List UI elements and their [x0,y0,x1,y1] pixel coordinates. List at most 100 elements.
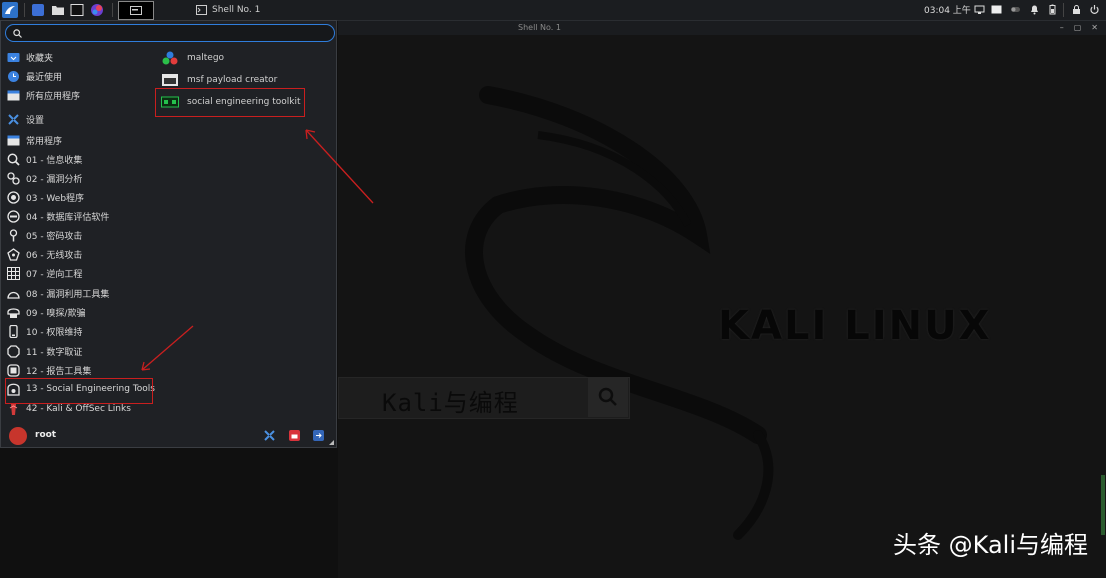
window-controls: – ▢ ✕ [1060,23,1098,32]
power-icon[interactable] [1089,4,1100,15]
category-label: 04 - 数据库评估软件 [26,212,110,223]
wallpaper-search-button [588,377,628,417]
app-msfpc[interactable]: msf payload creator [161,71,277,89]
battery-icon[interactable] [1047,4,1058,15]
category-recent[interactable]: 最近使用 [7,67,62,85]
display-icon[interactable] [974,4,985,15]
post-exploitation-icon [9,324,18,338]
highlight-box-social-engineering [5,378,153,404]
panel-separator [1063,3,1064,17]
category-label: 06 - 无线攻击 [26,250,83,261]
browser-launcher[interactable] [90,2,104,18]
category-favorites[interactable]: 收藏夹 [7,48,53,66]
category-web-apps[interactable]: 03 - Web程序 [7,188,84,206]
clock[interactable]: 03:04 上午 [924,3,971,16]
maltego-icon [162,51,178,65]
category-password[interactable]: 05 - 密码攻击 [7,226,82,244]
resize-grip[interactable] [329,440,334,445]
lock-icon[interactable] [1071,4,1082,15]
kali-links-icon [9,403,18,415]
wallpaper-logo: KALI LINUX [718,303,992,349]
menu-search-field[interactable] [5,24,335,42]
category-post-exploitation[interactable]: 10 - 权限维持 [7,322,82,340]
terminal-window-thumb-icon [130,6,142,15]
scrollbar[interactable] [1101,475,1105,535]
search-icon [598,387,617,406]
desktop-wallpaper: KALI LINUX Kali与编程 [338,35,1106,578]
terminal-launcher[interactable] [70,2,84,18]
category-database[interactable]: 04 - 数据库评估软件 [7,207,109,225]
category-usual-apps[interactable]: 常用程序 [7,131,62,149]
category-settings[interactable]: 设置 [7,110,44,128]
forensics-icon [7,344,20,358]
maximize-icon[interactable]: ▢ [1074,23,1082,32]
category-sniffing[interactable]: 09 - 嗅探/欺骗 [7,303,85,321]
file-manager-launcher[interactable] [51,2,65,18]
sniffing-icon [7,307,20,318]
taskbar-item-terminal[interactable]: Shell No. 1 [196,2,260,18]
category-label: 03 - Web程序 [26,193,85,204]
lock-screen-icon[interactable] [288,429,301,442]
settings-manager-icon[interactable] [263,429,276,442]
settings-icon [8,113,19,125]
category-wireless[interactable]: 06 - 无线攻击 [7,245,82,263]
workspace-1[interactable] [118,1,154,20]
category-reporting[interactable]: 12 - 报告工具集 [7,361,91,379]
category-label: 12 - 报告工具集 [26,366,92,377]
notification-bell-icon[interactable] [1029,4,1040,15]
menu-footer: root [1,425,336,447]
app-label: maltego [187,53,225,63]
category-label: 42 - Kali & OffSec Links [26,404,131,414]
category-label: 常用程序 [26,136,63,147]
category-label: 08 - 漏洞利用工具集 [26,289,110,300]
panel-separator [24,3,25,17]
category-label: 09 - 嗅探/欺骗 [26,308,86,319]
logout-icon[interactable] [312,429,325,442]
exploitation-icon [7,291,20,299]
app-label: msf payload creator [187,75,278,85]
category-label: 10 - 权限维持 [26,327,83,338]
vuln-analysis-icon [7,171,20,185]
avatar[interactable] [9,427,27,445]
close-icon[interactable]: ✕ [1091,23,1098,32]
web-apps-icon [7,190,20,204]
wireless-icon [7,247,20,261]
category-exploitation[interactable]: 08 - 漏洞利用工具集 [7,284,109,302]
category-all-apps[interactable]: 所有应用程序 [7,86,80,104]
minimize-icon[interactable]: – [1060,23,1064,32]
toggle-icon[interactable] [1010,4,1021,15]
desktop-icon [32,4,44,16]
category-reverse-engineering[interactable]: 07 - 逆向工程 [7,264,82,282]
category-label: 最近使用 [26,72,63,83]
category-vuln-analysis[interactable]: 02 - 漏洞分析 [7,169,82,187]
category-label: 11 - 数字取证 [26,347,83,358]
highlight-box-setoolkit [155,88,305,117]
kali-menu-button[interactable] [2,2,18,18]
password-icon [9,228,18,241]
window-title: Shell No. 1 [518,23,561,32]
category-label: 设置 [26,115,45,126]
category-label: 收藏夹 [26,53,54,64]
taskbar-item-label: Shell No. 1 [212,5,261,15]
window-icon[interactable] [991,4,1002,15]
wallpaper-search-text: Kali与编程 [382,389,519,417]
reporting-icon [7,363,20,377]
top-panel: Shell No. 1 03:04 上午 [0,0,1106,21]
recent-icon [8,70,19,82]
terminal-icon [196,5,207,15]
show-desktop-button[interactable] [31,2,45,18]
category-info-gathering[interactable]: 01 - 信息收集 [7,150,82,168]
category-label: 所有应用程序 [26,91,81,102]
usual-apps-icon [7,135,20,145]
category-forensics[interactable]: 11 - 数字取证 [7,342,82,360]
category-label: 02 - 漏洞分析 [26,174,83,185]
terminal-title-bar[interactable]: Shell No. 1 – ▢ ✕ [338,21,1106,35]
terminal-icon [70,4,84,16]
favorites-icon [7,52,20,62]
app-maltego[interactable]: maltego [161,49,224,67]
kali-dragon-icon [5,6,15,14]
user-name: root [35,430,57,440]
menu-search-input[interactable] [27,26,334,40]
category-label: 05 - 密码攻击 [26,231,83,242]
info-gathering-icon [7,153,20,166]
